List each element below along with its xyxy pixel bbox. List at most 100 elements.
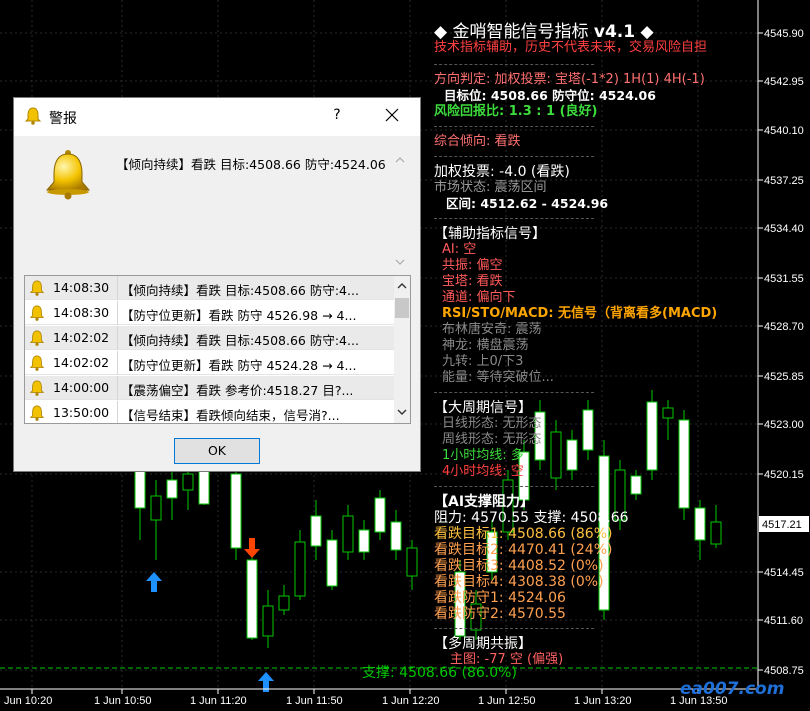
divider — [434, 218, 594, 219]
candle-body — [230, 473, 242, 549]
energy-line: 能量: 等待突破位... — [442, 370, 554, 385]
divider — [434, 156, 594, 157]
alert-history-list[interactable]: 14:08:30 【倾向持续】看跌 目标:4508.66 防守:4... 14:08… — [24, 275, 411, 424]
price-tick-label: 4540.10 — [764, 125, 804, 137]
bear-stop-2: 看跌防守2: 4570.55 — [434, 606, 566, 622]
column-divider — [117, 276, 118, 300]
baota-line: 宝塔: 看跌 — [442, 274, 503, 289]
bell-icon — [29, 405, 45, 423]
weighted-vote-line: 加权投票: -4.0 (看跌) — [434, 164, 570, 180]
panel-title: ◆ 金哨智能信号指标 v4.1 ◆ — [434, 22, 654, 42]
scroll-down-icon[interactable] — [394, 404, 410, 420]
bell-icon — [29, 280, 45, 299]
bell-icon — [29, 305, 45, 324]
help-button[interactable]: ? — [330, 107, 344, 123]
ai-sr-header: 【AI支撑阻力】 — [434, 494, 535, 510]
candle-body — [342, 515, 354, 553]
alert-time: 14:08:30 — [53, 280, 110, 295]
shenlong-line: 神龙: 横盘震荡 — [442, 338, 529, 353]
price-tick-label: 4511.60 — [764, 615, 803, 627]
title-diamond-right: ◆ — [640, 22, 654, 42]
alert-text: 【信号结束】看跌倾向结束，信号消?... — [121, 408, 340, 423]
price-tick-label: 4514.45 — [764, 567, 804, 579]
time-tick-label: 1 Jun 11:50 — [286, 695, 343, 707]
multi-cycle-header: 【多周期共振】 — [434, 636, 532, 652]
overall-line: 综合倾向: 看跌 — [434, 134, 521, 149]
candle-body — [246, 559, 258, 639]
close-icon[interactable] — [382, 104, 402, 126]
bell-icon — [45, 150, 91, 200]
divider — [434, 486, 594, 487]
alert-dialog[interactable]: 警报 ? 【倾向持续】看跌 目标:4508.66 防守:4524.06 14:0… — [13, 97, 421, 472]
time-tick-label: Jun 10:20 — [4, 695, 52, 707]
candle-body — [150, 495, 162, 521]
alert-text: 【震荡偏空】看跌 参考价:4518.27 目?... — [121, 383, 354, 398]
list-item[interactable]: 14:02:02 【倾向持续】看跌 目标:4508.66 防守:4... — [25, 326, 394, 350]
time-tick-label: 1 Jun 12:20 — [382, 695, 440, 707]
candle-body — [326, 539, 338, 587]
list-item[interactable]: 13:50:00 【信号结束】看跌倾向结束，信号消?... — [25, 401, 394, 423]
market-state-line: 市场状态: 震荡区间 — [434, 180, 547, 195]
disclaimer: 技术指标辅助，历史不代表未来，交易风险自担 — [434, 40, 708, 55]
target-stop-line: 目标位: 4508.66 防守位: 4524.06 — [444, 88, 656, 103]
column-divider — [117, 326, 118, 350]
current-price-tag: 4517.21 — [759, 516, 809, 532]
candle-body — [198, 469, 210, 505]
bell-icon — [29, 380, 45, 399]
list-item[interactable]: 14:02:02 【防守位更新】看跌 防守 4524.28 → 4... — [25, 351, 394, 375]
big-cycle-header: 【大周期信号】 — [434, 400, 532, 416]
divider — [434, 126, 594, 127]
divider — [434, 628, 594, 629]
price-tick-label: 4528.70 — [764, 321, 804, 333]
message-scrollbar[interactable] — [392, 152, 408, 270]
divider — [434, 64, 594, 65]
column-divider — [117, 351, 118, 375]
nine-turn-line: 九转: 上0/下3 — [442, 354, 524, 369]
column-divider — [117, 301, 118, 325]
price-tick-label: 4531.55 — [764, 273, 804, 285]
alert-time: 14:02:02 — [53, 355, 110, 370]
alert-message: 【倾向持续】看跌 目标:4508.66 防守:4524.06 — [116, 157, 386, 172]
price-tick-label: 4523.00 — [764, 419, 804, 431]
candle-body — [278, 595, 290, 611]
price-tick-label: 4508.75 — [764, 665, 804, 677]
list-item[interactable]: 14:00:00 【震荡偏空】看跌 参考价:4518.27 目?... — [25, 376, 394, 400]
direction-line: 方向判定: 加权投票: 宝塔(-1*2) 1H(1) 4H(-1) — [434, 72, 705, 87]
candle-body — [166, 479, 178, 499]
daily-line: 日线形态: 无形态 — [442, 416, 542, 431]
bell-icon — [29, 355, 45, 374]
h1-ma-line: 1小时均线: 多 — [442, 448, 524, 463]
alert-text: 【倾向持续】看跌 目标:4508.66 防守:4... — [121, 283, 359, 298]
current-price-value: 4517.21 — [762, 519, 802, 531]
scroll-up-icon[interactable] — [394, 278, 410, 294]
list-item[interactable]: 14:08:30 【防守位更新】看跌 防守 4526.98 → 4... — [25, 301, 394, 325]
rsi-line: RSI/STO/MACD: 无信号（背离看多(MACD) — [442, 306, 718, 321]
bear-stop-1: 看跌防守1: 4524.06 — [434, 590, 566, 606]
list-item[interactable]: 14:08:30 【倾向持续】看跌 目标:4508.66 防守:4... — [25, 276, 394, 300]
candle-body — [390, 521, 402, 551]
candle-body — [134, 469, 146, 509]
alert-time: 14:02:02 — [53, 330, 110, 345]
list-scrollbar[interactable] — [394, 276, 410, 423]
price-tick-label: 4534.40 — [764, 223, 804, 235]
resonance-line: 共振: 偏空 — [442, 258, 503, 273]
candle-body — [182, 473, 194, 491]
title-diamond-left: ◆ — [434, 22, 448, 42]
weekly-line: 周线形态: 无形态 — [442, 432, 542, 447]
alert-text: 【防守位更新】看跌 防守 4526.98 → 4... — [121, 308, 357, 323]
range-line: 区间: 4512.62 - 4524.96 — [446, 196, 609, 211]
column-divider — [117, 376, 118, 400]
candle-body — [358, 529, 370, 553]
list-scroll-thumb[interactable] — [395, 298, 409, 318]
time-tick-label: 1 Jun 10:50 — [94, 695, 152, 707]
price-tick-label: 4537.25 — [764, 175, 804, 187]
alert-time: 14:08:30 — [53, 305, 110, 320]
price-tick-label: 4545.90 — [764, 28, 804, 40]
ok-button[interactable]: OK — [174, 438, 260, 464]
bell-icon — [24, 107, 42, 125]
dialog-title: 警报 — [49, 111, 77, 127]
dialog-titlebar[interactable]: 警报 ? — [14, 98, 420, 136]
risk-reward-line: 风险回报比: 1.3 : 1 (良好) — [434, 104, 598, 119]
bollinger-line: 布林唐安奇: 震荡 — [442, 322, 542, 337]
h4-ma-line: 4小时均线: 空 — [442, 464, 524, 479]
